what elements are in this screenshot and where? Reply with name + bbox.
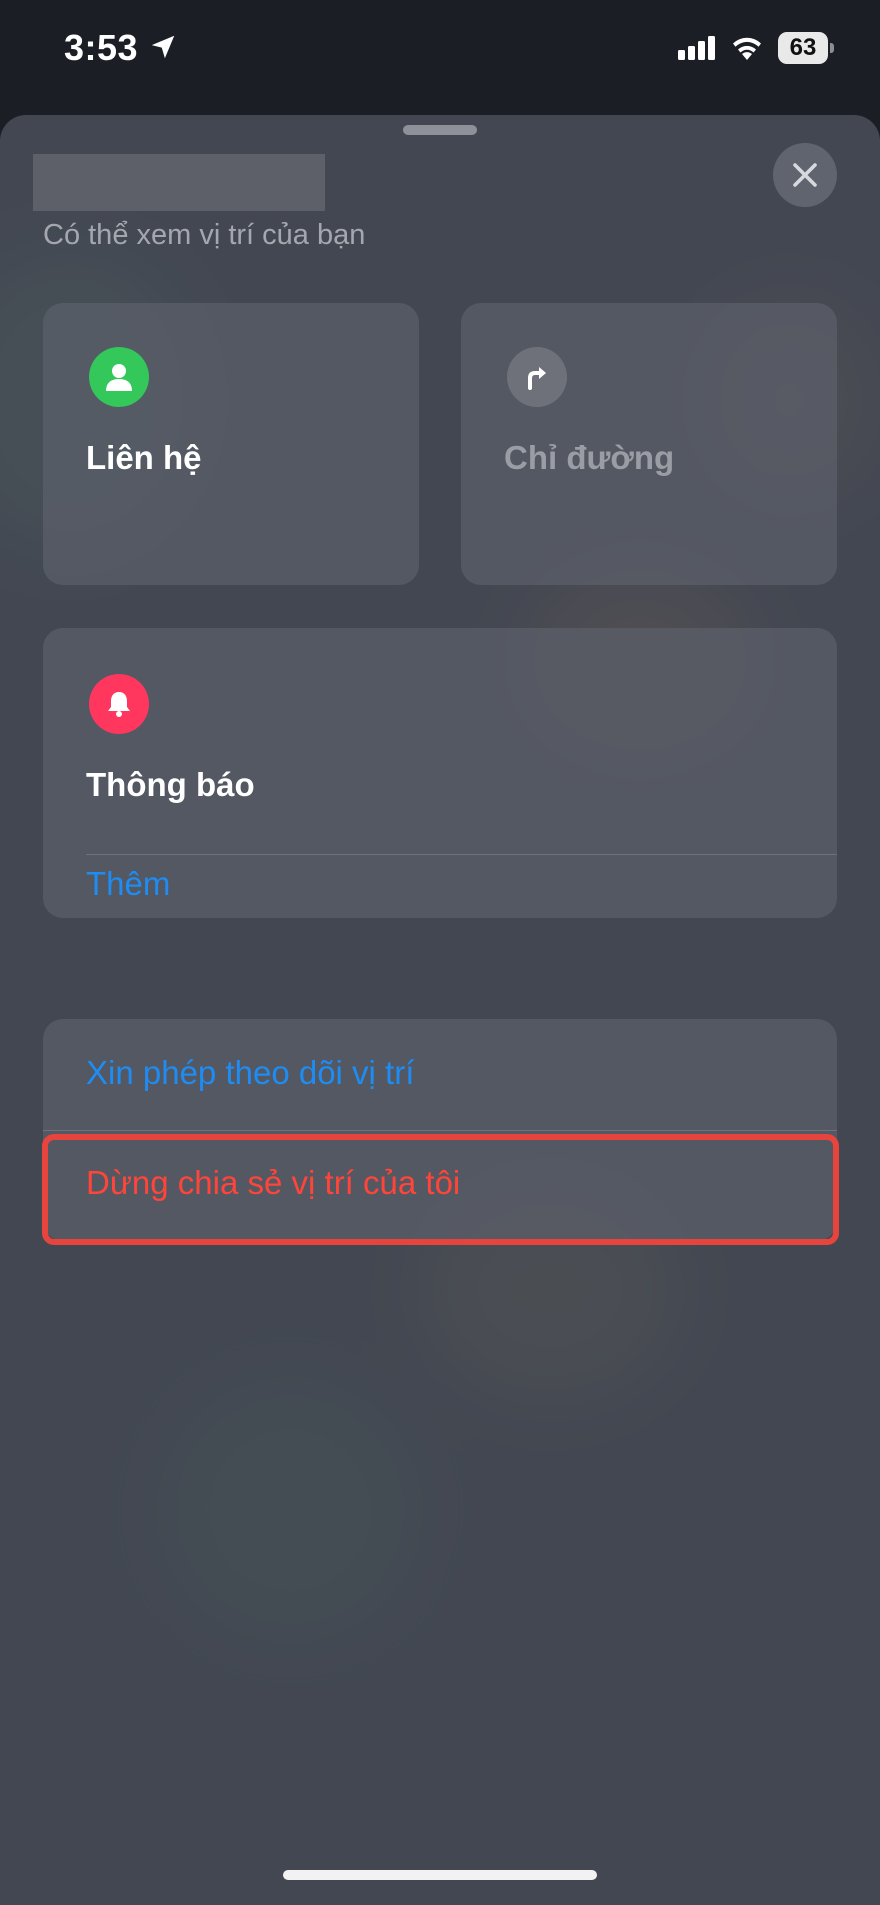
request-follow-location-button[interactable]: Xin phép theo dõi vị trí [86,1054,414,1092]
sheet-grabber[interactable] [403,125,477,135]
battery-percentage: 63 [789,34,817,61]
add-notification-button[interactable]: Thêm [86,865,170,903]
notifications-label: Thông báo [86,766,255,803]
close-icon [793,163,817,187]
directions-label: Chỉ đường [504,439,675,476]
divider [43,1130,837,1131]
notifications-card: Thông báo Thêm [43,628,837,918]
person-icon [89,347,149,407]
divider [86,854,837,855]
cellular-signal-icon [678,36,715,60]
location-arrow-icon [151,35,175,59]
status-time: 3:53 [64,27,139,68]
home-indicator[interactable] [283,1870,597,1880]
sharing-status-subtitle: Có thể xem vị trí của bạn [43,219,366,251]
highlight-box [42,1134,839,1245]
wifi-icon [733,37,761,60]
bell-icon [89,674,149,734]
screen: 3:53 63 Có thể xem vị trí của bạn Liên h… [0,0,880,1905]
battery-cap [830,43,834,53]
turn-right-arrow-icon [507,347,567,407]
status-bar: 3:53 63 [0,0,880,100]
person-detail-sheet: Có thể xem vị trí của bạn Liên hệ Chỉ đư… [0,115,880,1905]
person-name-redacted [33,154,325,211]
battery-indicator: 63 [778,32,834,64]
close-button[interactable] [773,143,837,207]
contact-card[interactable]: Liên hệ [43,303,419,585]
directions-card[interactable]: Chỉ đường [461,303,837,585]
contact-label: Liên hệ [86,439,202,476]
